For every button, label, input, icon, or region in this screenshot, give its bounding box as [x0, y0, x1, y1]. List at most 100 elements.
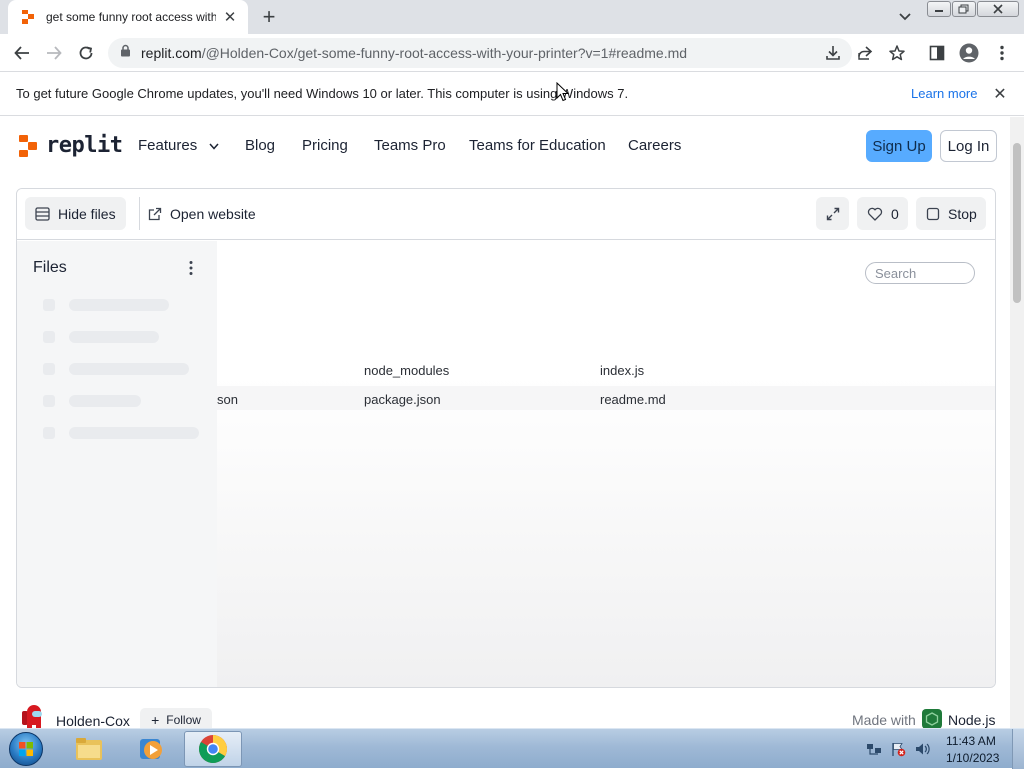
page-viewport: replit Features Blog Pricing Teams Pro T… [0, 117, 1024, 728]
nodejs-icon[interactable] [922, 709, 942, 728]
taskbar-chrome[interactable] [184, 731, 242, 767]
address-bar[interactable]: replit.com/@Holden-Cox/get-some-funny-ro… [108, 38, 852, 68]
windows-orb-icon [9, 732, 43, 766]
skeleton-icon [43, 395, 55, 407]
learn-more-link[interactable]: Learn more [911, 86, 977, 101]
sign-up-button[interactable]: Sign Up [866, 130, 932, 162]
media-player-icon [140, 739, 162, 759]
nav-teams-pro[interactable]: Teams Pro [374, 137, 446, 154]
tab-close-icon[interactable]: ✕ [222, 9, 238, 26]
replit-logo[interactable]: replit [18, 133, 123, 158]
open-website-label: Open website [170, 205, 256, 222]
repl-embed: Hide files Open website 0 Stop Files Sea… [16, 188, 996, 688]
nav-careers[interactable]: Careers [628, 137, 681, 154]
browser-toolbar: replit.com/@Holden-Cox/get-some-funny-ro… [0, 34, 1024, 72]
reload-icon[interactable] [75, 42, 97, 64]
owner-name[interactable]: Holden-Cox [56, 713, 130, 728]
skeleton-icon [43, 427, 55, 439]
start-button[interactable] [6, 730, 46, 768]
search-input[interactable]: Search [865, 262, 975, 284]
skeleton-icon [43, 331, 55, 343]
skeleton-icon [43, 299, 55, 311]
new-tab-button[interactable]: + [258, 6, 280, 28]
chrome-icon [199, 735, 227, 763]
skeleton-row [69, 299, 169, 311]
plus-icon: + [151, 712, 160, 728]
nav-pricing[interactable]: Pricing [302, 137, 348, 154]
infobar-message: To get future Google Chrome updates, you… [16, 86, 629, 101]
action-center-flag-icon[interactable] [890, 741, 906, 757]
file-link-json-partial[interactable]: son [217, 392, 238, 407]
page-scrollbar[interactable] [1010, 117, 1024, 728]
among-us-avatar-icon [22, 705, 42, 728]
nav-teams-for-education[interactable]: Teams for Education [469, 137, 606, 154]
windows-taskbar: 11:43 AM 1/10/2023 [0, 728, 1024, 769]
open-website-button[interactable]: Open website [138, 197, 266, 230]
follow-label: Follow [166, 713, 201, 727]
skeleton-row [69, 395, 141, 407]
network-icon[interactable] [866, 741, 882, 757]
stop-button[interactable]: Stop [916, 197, 986, 230]
skeleton-row [69, 331, 159, 343]
file-link-package-json[interactable]: package.json [364, 392, 441, 407]
external-link-icon [148, 207, 162, 221]
made-with-label: Made with [852, 712, 916, 728]
url-path: /@Holden-Cox/get-some-funny-root-access-… [201, 45, 688, 61]
update-infobar: To get future Google Chrome updates, you… [0, 73, 1024, 116]
chevron-down-icon [209, 143, 219, 150]
expand-icon [826, 207, 839, 220]
stop-square-icon [926, 207, 940, 221]
log-in-button[interactable]: Log In [940, 130, 997, 162]
hide-files-button[interactable]: Hide files [25, 197, 126, 230]
side-panel-icon[interactable] [926, 42, 948, 64]
nav-features[interactable]: Features [138, 137, 219, 154]
website-preview: Search node_modules index.js son package… [217, 241, 995, 687]
taskbar-media-player[interactable] [122, 731, 180, 767]
infobar-close-icon[interactable]: ✕ [991, 85, 1009, 103]
bookmark-star-icon[interactable] [886, 42, 908, 64]
url-text: replit.com/@Holden-Cox/get-some-funny-ro… [141, 45, 687, 61]
forward-arrow-icon[interactable] [43, 42, 65, 64]
lock-icon[interactable] [120, 44, 131, 62]
scrollbar-thumb[interactable] [1013, 143, 1021, 303]
files-menu-icon[interactable] [185, 258, 197, 278]
file-link-index-js[interactable]: index.js [600, 363, 644, 378]
hide-files-label: Hide files [58, 205, 116, 222]
file-tree-icon [35, 206, 50, 221]
clock-time[interactable]: 11:43 AM [946, 734, 996, 748]
skeleton-icon [43, 363, 55, 375]
runtime-label[interactable]: Node.js [948, 712, 995, 728]
browser-tab[interactable]: get some funny root access with your pri… [8, 0, 248, 34]
clock-date[interactable]: 1/10/2023 [946, 751, 999, 765]
back-arrow-icon[interactable] [11, 42, 33, 64]
tab-strip: get some funny root access with your pri… [0, 0, 1024, 34]
search-placeholder: Search [875, 265, 917, 281]
files-panel: Files [17, 241, 217, 687]
replit-logo-icon [19, 134, 37, 157]
restore-window-button[interactable] [952, 1, 976, 17]
follow-button[interactable]: + Follow [140, 708, 212, 728]
repl-toolbar: Hide files Open website 0 Stop [17, 189, 995, 240]
like-button[interactable]: 0 [857, 197, 908, 230]
show-desktop-button[interactable] [1012, 729, 1024, 769]
chrome-menu-icon[interactable] [991, 42, 1013, 64]
tab-title: get some funny root access with your pri… [46, 10, 216, 24]
download-icon[interactable] [822, 42, 844, 64]
tab-search-chevron-icon[interactable] [896, 8, 914, 26]
profile-avatar-icon[interactable] [958, 42, 980, 64]
share-icon[interactable] [854, 42, 876, 64]
close-window-button[interactable] [977, 1, 1019, 17]
expand-button[interactable] [816, 197, 849, 230]
like-count: 0 [891, 205, 899, 222]
file-link-node-modules[interactable]: node_modules [364, 363, 449, 378]
stop-label: Stop [948, 205, 977, 222]
taskbar-explorer[interactable] [60, 731, 118, 767]
file-link-readme-md[interactable]: readme.md [600, 392, 666, 407]
minimize-window-button[interactable] [927, 1, 951, 17]
heart-icon [867, 207, 883, 221]
owner-avatar[interactable] [18, 703, 48, 728]
volume-icon[interactable] [914, 741, 930, 757]
url-host: replit.com [141, 45, 202, 61]
nav-blog[interactable]: Blog [245, 137, 275, 154]
skeleton-row [69, 363, 189, 375]
